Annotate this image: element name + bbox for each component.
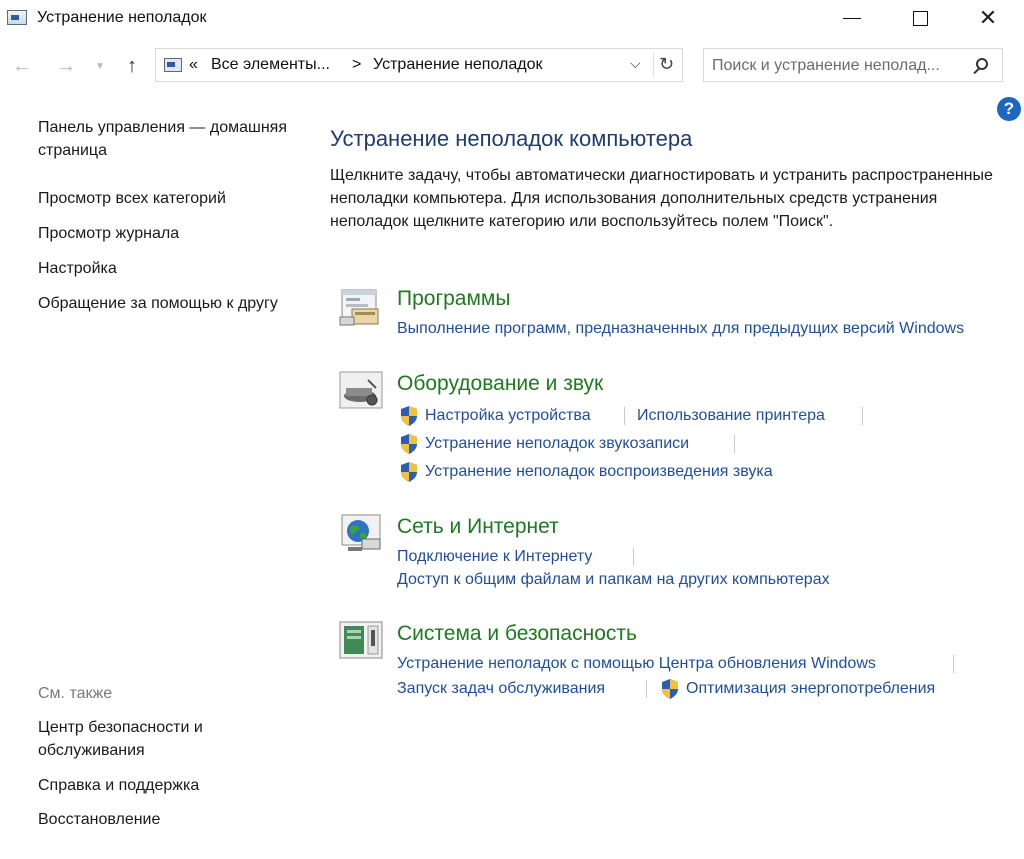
- link-maintenance-tasks[interactable]: Запуск задач обслуживания: [397, 680, 605, 698]
- back-button[interactable]: ←: [10, 52, 34, 80]
- divider: [862, 407, 863, 425]
- arrow-left-icon: ←: [12, 54, 32, 77]
- see-also-security-maintenance[interactable]: Центр безопасности и обслуживания: [38, 716, 288, 762]
- window-title: Устранение неполадок: [37, 9, 207, 26]
- up-button[interactable]: ↑: [120, 52, 144, 80]
- maximize-button[interactable]: [890, 0, 950, 36]
- programs-links: Выполнение программ, предназначенных для…: [397, 320, 999, 344]
- search-input[interactable]: Поиск и устранение неполад...: [703, 48, 1003, 82]
- sidebar-link-home[interactable]: Панель управления — домашняя страница: [38, 116, 288, 162]
- close-button[interactable]: ✕: [958, 0, 1018, 36]
- uac-shield-icon: [401, 434, 417, 454]
- uac-shield-icon: [401, 462, 417, 482]
- link-windows-update[interactable]: Устранение неполадок с помощью Центра об…: [397, 655, 876, 673]
- breadcrumb-all-items[interactable]: Все элементы...: [211, 56, 330, 74]
- breadcrumb-separator[interactable]: >: [352, 56, 361, 74]
- link-power-optimization[interactable]: Оптимизация энергопотребления: [686, 680, 935, 698]
- search-icon[interactable]: [976, 58, 988, 70]
- see-also-recovery[interactable]: Восстановление: [38, 808, 288, 831]
- programs-icon: [339, 289, 379, 326]
- minimize-icon: [843, 17, 861, 19]
- help-button[interactable]: ?: [997, 97, 1021, 121]
- navigation-bar: ← → ▼ ↑ « Все элементы... > Устранение н…: [0, 44, 1024, 88]
- sidebar-link-history[interactable]: Просмотр журнала: [38, 222, 288, 245]
- sidebar-link-all-categories[interactable]: Просмотр всех категорий: [38, 187, 288, 210]
- sidebar-link-remote-assistance[interactable]: Обращение за помощью к другу: [38, 292, 288, 315]
- breadcrumb-current[interactable]: Устранение неполадок: [373, 56, 542, 74]
- divider: [646, 680, 647, 698]
- control-panel-icon: [164, 58, 182, 72]
- category-title-programs[interactable]: Программы: [397, 287, 510, 311]
- divider: [653, 53, 654, 77]
- refresh-icon[interactable]: ↻: [659, 54, 674, 75]
- see-also-help-support[interactable]: Справка и поддержка: [38, 774, 288, 797]
- uac-shield-icon: [401, 406, 417, 426]
- recent-locations-button[interactable]: ▼: [88, 52, 112, 80]
- link-use-printer[interactable]: Использование принтера: [637, 407, 825, 425]
- link-device-setup[interactable]: Настройка устройства: [425, 407, 591, 425]
- link-shared-folders[interactable]: Доступ к общим файлам и папкам на других…: [397, 571, 830, 589]
- chevron-down-icon[interactable]: ⌵: [630, 55, 641, 72]
- breadcrumb-overflow[interactable]: «: [189, 56, 198, 74]
- title-bar: Устранение неполадок ✕: [0, 0, 1024, 36]
- control-panel-icon: [7, 10, 27, 25]
- chevron-down-icon: ▼: [95, 60, 105, 72]
- category-title-hardware-sound[interactable]: Оборудование и звук: [397, 372, 603, 396]
- close-icon: ✕: [978, 5, 998, 30]
- hardware-sound-icon: [339, 371, 383, 409]
- link-internet-connections[interactable]: Подключение к Интернету: [397, 548, 592, 566]
- category-title-network-internet[interactable]: Сеть и Интернет: [397, 515, 559, 539]
- divider: [953, 655, 954, 673]
- forward-button[interactable]: →: [54, 52, 78, 80]
- sidebar-link-settings[interactable]: Настройка: [38, 257, 288, 280]
- uac-shield-icon: [662, 679, 678, 699]
- maximize-icon: [912, 10, 928, 26]
- network-internet-icon: [341, 514, 381, 551]
- divider: [624, 407, 625, 425]
- arrow-up-icon: ↑: [127, 54, 137, 77]
- search-placeholder: Поиск и устранение неполад...: [712, 57, 940, 74]
- category-title-system-security[interactable]: Система и безопасность: [397, 622, 637, 646]
- page-title: Устранение неполадок компьютера: [330, 126, 693, 151]
- address-bar[interactable]: « Все элементы... > Устранение неполадок…: [155, 48, 683, 82]
- link-playing-audio[interactable]: Устранение неполадок воспроизведения зву…: [425, 463, 773, 481]
- minimize-button[interactable]: [822, 0, 882, 36]
- link-program-compatibility[interactable]: Выполнение программ, предназначенных для…: [397, 320, 964, 338]
- page-description: Щелкните задачу, чтобы автоматически диа…: [330, 167, 993, 230]
- divider: [734, 435, 735, 453]
- divider: [633, 548, 634, 566]
- system-security-icon: [339, 621, 383, 659]
- see-also-label: См. также: [38, 685, 113, 702]
- link-recording-audio[interactable]: Устранение неполадок звукозаписи: [425, 435, 689, 453]
- arrow-right-icon: →: [56, 54, 76, 77]
